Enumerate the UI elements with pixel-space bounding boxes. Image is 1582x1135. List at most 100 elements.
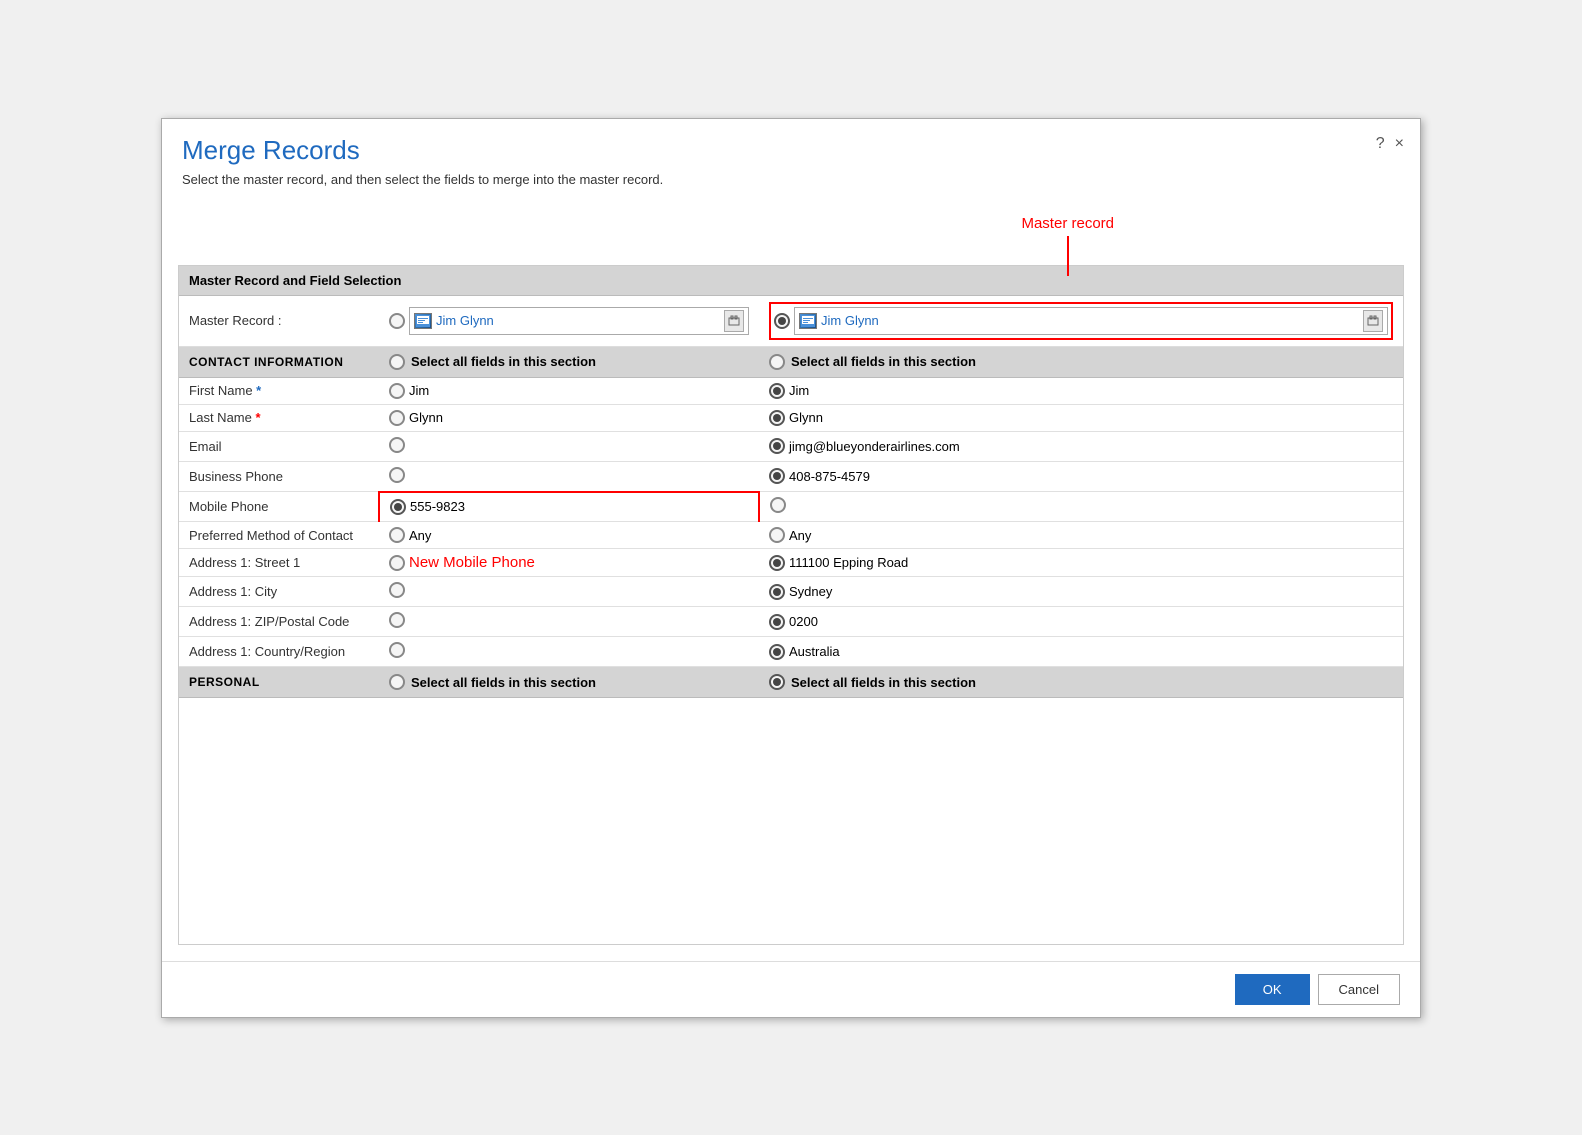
street1-right: 111100 Epping Road [759,549,1403,577]
first-name-right-group: Jim [769,383,1393,399]
master-record-highlight-box: Jim Glynn [769,302,1393,340]
personal-right-select-all-radio[interactable] [769,674,785,690]
zip-label: Address 1: ZIP/Postal Code [179,607,379,637]
email-right-value: jimg@blueyonderairlines.com [789,439,960,454]
last-name-right-group: Glynn [769,410,1393,426]
street1-left-radio[interactable] [389,555,405,571]
left-master-radio[interactable] [389,313,405,329]
first-name-left-radio[interactable] [389,383,405,399]
zip-right-value: 0200 [789,614,818,629]
master-record-row: Master Record : Jim Glynn [179,295,1403,346]
business-phone-left [379,461,759,492]
ok-button[interactable]: OK [1235,974,1310,1005]
personal-right-select-all-label: Select all fields in this section [791,675,976,690]
section-header-label: Master Record and Field Selection [179,266,1403,296]
first-name-right-value: Jim [789,383,809,398]
last-name-left: Glynn [379,404,759,431]
zip-right: 0200 [759,607,1403,637]
records-table: Master Record and Field Selection Master… [179,266,1403,699]
preferred-contact-right-radio[interactable] [769,527,785,543]
dialog-footer: OK Cancel [162,961,1420,1017]
help-button[interactable]: ? [1376,135,1385,153]
mobile-phone-right-radio[interactable] [770,497,786,513]
left-record-browse-btn[interactable] [724,310,744,332]
street1-label: Address 1: Street 1 [179,549,379,577]
left-select-all-radio[interactable] [389,354,405,370]
first-name-label: First Name * [179,377,379,404]
dialog-subtitle: Select the master record, and then selec… [182,172,1400,187]
last-name-right-radio[interactable] [769,410,785,426]
mobile-phone-label: Mobile Phone [179,492,379,522]
zip-left-radio[interactable] [389,612,405,628]
email-right-radio[interactable] [769,438,785,454]
business-phone-left-radio[interactable] [389,467,405,483]
city-right-radio[interactable] [769,584,785,600]
records-table-container[interactable]: Master Record and Field Selection Master… [178,265,1404,945]
close-button[interactable]: × [1395,135,1404,153]
preferred-contact-right: Any [759,522,1403,549]
email-label: Email [179,431,379,461]
last-name-left-value: Glynn [409,410,443,425]
country-right-value: Australia [789,644,840,659]
right-record-picker[interactable]: Jim Glynn [794,307,1388,335]
first-name-left-value: Jim [409,383,429,398]
right-master-radio[interactable] [774,313,790,329]
left-record-icon [414,313,432,329]
email-left-radio[interactable] [389,437,405,453]
personal-left-select-all-cell: Select all fields in this section [379,667,759,698]
field-row-mobile-phone: Mobile Phone 555-9823 [179,492,1403,522]
preferred-contact-left-radio[interactable] [389,527,405,543]
right-select-all-radio[interactable] [769,354,785,370]
business-phone-right: 408-875-4579 [759,461,1403,492]
field-row-email: Email jimg@blueyonderairlines.com [179,431,1403,461]
business-phone-right-radio[interactable] [769,468,785,484]
personal-header-row: PERSONAL Select all fields in this secti… [179,667,1403,698]
dialog-title: Merge Records [182,135,1400,166]
personal-left-select-all-label: Select all fields in this section [411,675,596,690]
country-left [379,637,759,667]
right-record-icon [799,313,817,329]
field-row-first-name: First Name * Jim Jim [179,377,1403,404]
preferred-contact-right-value: Any [789,528,811,543]
street1-right-value: 111100 Epping Road [789,555,908,570]
preferred-contact-left: Any [379,522,759,549]
first-name-left-group: Jim [389,383,749,399]
field-row-city: Address 1: City Sydney [179,577,1403,607]
personal-right-select-all-cell: Select all fields in this section [759,667,1403,698]
field-row-street1: Address 1: Street 1 New Mobile Phone 111… [179,549,1403,577]
left-record-picker-cell: Jim Glynn [379,295,759,346]
new-mobile-annotation: New Mobile Phone [409,554,535,571]
country-right-radio[interactable] [769,644,785,660]
city-right-value: Sydney [789,584,832,599]
city-label: Address 1: City [179,577,379,607]
email-left [379,431,759,461]
right-record-browse-btn[interactable] [1363,310,1383,332]
mobile-phone-left-radio[interactable] [390,499,406,515]
country-right-group: Australia [769,644,1393,660]
cancel-button[interactable]: Cancel [1318,974,1400,1005]
mobile-phone-left-value: 555-9823 [410,499,465,514]
main-content: Master record Master Record and Field Se… [162,195,1420,961]
personal-right-select-all-group: Select all fields in this section [769,674,1393,690]
country-right: Australia [759,637,1403,667]
zip-left [379,607,759,637]
field-row-last-name: Last Name * Glynn Glynn [179,404,1403,431]
first-name-right-radio[interactable] [769,383,785,399]
last-name-left-radio[interactable] [389,410,405,426]
business-phone-right-value: 408-875-4579 [789,469,870,484]
right-select-all-cell: Select all fields in this section [759,346,1403,377]
right-select-all-label: Select all fields in this section [791,354,976,369]
field-row-country: Address 1: Country/Region Australia [179,637,1403,667]
left-record-picker[interactable]: Jim Glynn [409,307,749,335]
left-select-all-group: Select all fields in this section [389,354,749,370]
city-right: Sydney [759,577,1403,607]
personal-left-select-all-radio[interactable] [389,674,405,690]
country-left-radio[interactable] [389,642,405,658]
city-left-radio[interactable] [389,582,405,598]
street1-right-radio[interactable] [769,555,785,571]
mobile-phone-left: 555-9823 [379,492,759,522]
annotation-area: Master record [178,205,1404,265]
zip-right-radio[interactable] [769,614,785,630]
contact-info-label: CONTACT INFORMATION [179,346,379,377]
mobile-phone-left-group: 555-9823 [390,499,748,515]
